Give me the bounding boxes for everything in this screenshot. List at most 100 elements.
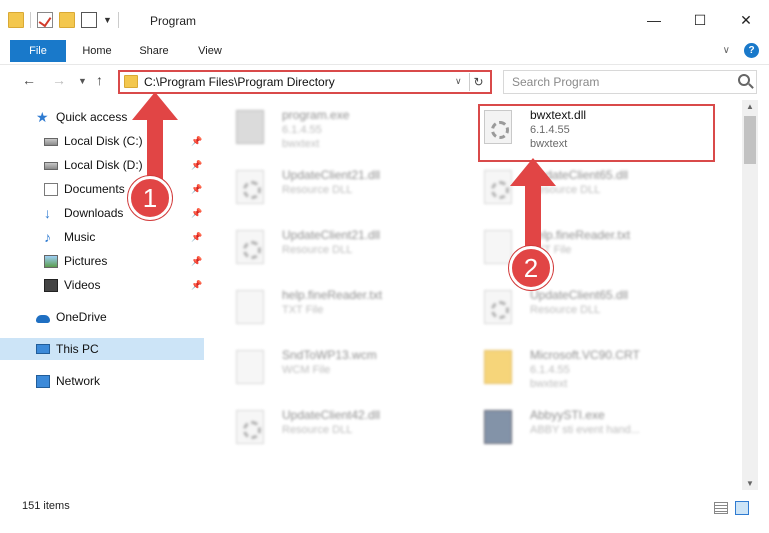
file-name: UpdateClient21.dll [282,168,381,182]
scroll-down-icon[interactable]: ▼ [746,479,754,488]
status-bar: 151 items [0,493,769,533]
vertical-scrollbar[interactable]: ▲ ▼ [742,100,758,490]
folder-icon [8,12,24,28]
title-bar: ▼ Program — ☐ ✕ [0,0,769,40]
list-item[interactable]: UpdateClient21.dll Resource DLL [230,220,470,272]
sidebar-item-onedrive[interactable]: OneDrive [0,306,204,328]
search-placeholder: Search Program [512,75,600,89]
customize-toolbar-chevron-down-icon[interactable]: ▼ [103,15,112,25]
address-path[interactable]: C:\Program Files\Program Directory [144,75,335,89]
properties-check-icon[interactable] [37,12,53,28]
back-arrow-icon[interactable]: ← [22,72,36,88]
file-detail: 6.1.4.55 [282,124,322,136]
text-file-icon [236,290,264,324]
dll-gear-icon [236,230,264,264]
pin-icon[interactable]: 📌 [191,232,202,243]
pin-icon[interactable]: 📌 [191,160,202,171]
list-item[interactable]: SndToWP13.wcm WCM File [230,340,470,392]
highlight-box-bwxtext [478,104,715,162]
pin-icon[interactable]: 📌 [191,256,202,267]
close-button[interactable]: ✕ [723,0,769,40]
scroll-up-icon[interactable]: ▲ [746,102,754,111]
file-name: help.fineReader.txt [282,288,383,302]
file-name: UpdateClient42.dll [282,408,381,422]
address-history-chevron-down-icon[interactable]: ∨ [455,76,462,87]
address-row: ← → ▼ ↑ C:\Program Files\Program Directo… [0,64,769,98]
videos-icon [44,278,58,292]
list-item[interactable]: help.fineReader.txt TXT File [230,280,470,332]
properties-icon[interactable] [81,12,97,28]
item-count: 151 items [22,500,70,512]
dll-gear-icon [236,410,264,444]
list-item[interactable]: Microsoft.VC90.CRT 6.1.4.55 bwxtext [478,340,718,392]
tab-file[interactable]: File [10,40,66,62]
sidebar-item-downloads[interactable]: ↓ Downloads 📌 [0,202,204,224]
dll-gear-icon [236,170,264,204]
tab-home[interactable]: Home [72,40,122,62]
refresh-icon[interactable]: ↻ [469,73,487,91]
sidebar-item-label: Pictures [64,254,108,268]
sidebar-item-label: Quick access [56,110,128,124]
sidebar-item-this-pc[interactable]: This PC [0,338,204,360]
search-input[interactable]: Search Program [503,70,757,94]
file-name: SndToWP13.wcm [282,348,377,362]
minimize-button[interactable]: — [631,0,677,40]
list-item[interactable]: AbbyySTI.exe ABBY sti event hand... [478,400,718,452]
dll-gear-icon [484,290,512,324]
forward-arrow-icon[interactable]: → [52,72,66,88]
list-item[interactable]: UpdateClient21.dll Resource DLL [230,160,470,212]
file-icon [236,350,264,384]
sidebar-item-label: Network [56,374,101,388]
file-detail: Resource DLL [530,304,601,316]
up-arrow-icon[interactable]: ↑ [96,72,103,88]
sidebar-item-pictures[interactable]: Pictures 📌 [0,250,204,272]
file-name: UpdateClient65.dll [530,288,629,302]
list-item[interactable]: UpdateClient42.dll Resource DLL [230,400,470,452]
search-icon[interactable] [738,74,750,86]
pin-icon[interactable]: 📌 [191,208,202,219]
application-icon [236,110,264,144]
pin-icon[interactable]: 📌 [191,280,202,291]
pictures-icon [44,254,58,268]
tab-share[interactable]: Share [128,40,180,62]
file-detail: ABBY sti event hand... [530,424,640,436]
cloud-icon [36,314,50,323]
sidebar-item-label: Music [64,230,96,244]
divider [117,12,119,28]
window-title: Program [150,14,197,28]
network-icon [36,374,50,388]
new-folder-icon[interactable] [59,12,75,28]
folder-icon [124,75,138,88]
sidebar-item-label: Documents [64,182,125,196]
sidebar-item-label: OneDrive [56,310,107,324]
expand-ribbon-chevron-icon[interactable]: ∨ [723,45,730,56]
maximize-button[interactable]: ☐ [677,0,723,40]
pin-icon[interactable]: 📌 [191,136,202,147]
file-name: AbbyySTI.exe [530,408,605,422]
sidebar-item-network[interactable]: Network [0,370,204,392]
file-detail: WCM File [282,364,331,376]
file-name: program.exe [282,108,350,122]
pin-icon[interactable]: 📌 [191,184,202,195]
documents-icon [44,182,58,196]
tab-view[interactable]: View [186,40,234,62]
address-bar[interactable]: C:\Program Files\Program Directory ∨ ↻ [118,70,492,94]
list-item[interactable]: program.exe 6.1.4.55 bwxtext [230,100,470,152]
scroll-thumb[interactable] [744,116,756,164]
sidebar-item-label: Videos [64,278,101,292]
sidebar-item-videos[interactable]: Videos 📌 [0,274,204,296]
recent-locations-chevron-down-icon[interactable]: ▼ [78,76,87,86]
file-detail: 6.1.4.55 [530,364,570,376]
list-item[interactable]: UpdateClient65.dll Resource DLL [478,280,718,332]
file-detail: Resource DLL [282,424,353,436]
annotation-badge-2: 2 [509,246,553,290]
divider [30,12,31,28]
quick-access-toolbar: ▼ [8,12,119,28]
sidebar-item-music[interactable]: ♪ Music 📌 [0,226,204,248]
download-icon: ↓ [44,204,51,221]
file-detail: bwxtext [282,138,320,150]
ribbon-tabs: File Home Share View ∨ ? [0,40,769,62]
help-icon[interactable]: ? [744,43,759,58]
details-view-icon[interactable] [714,502,728,514]
large-icons-view-icon[interactable] [735,501,749,515]
